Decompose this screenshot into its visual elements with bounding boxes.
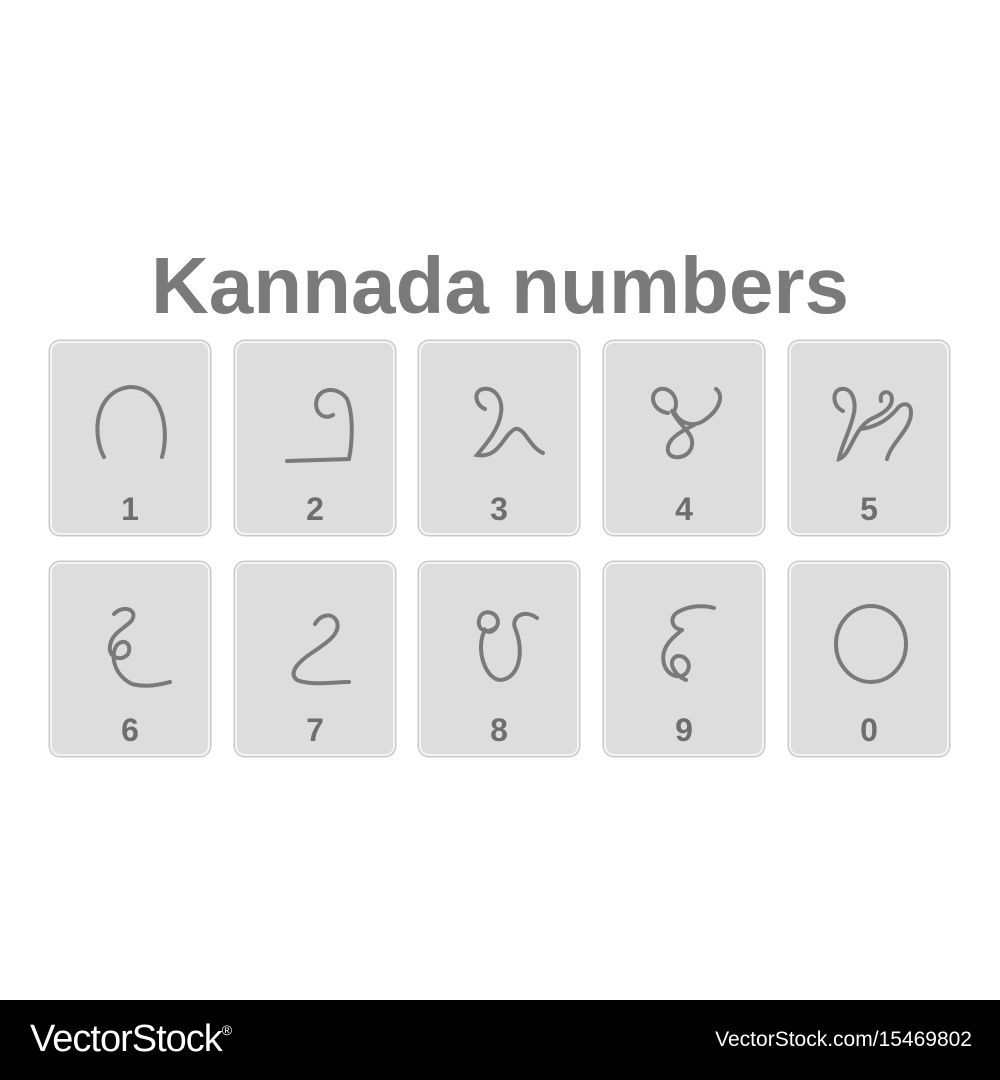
digit-card-2: 2: [235, 341, 395, 535]
kannada-digit-5-icon: [832, 386, 914, 462]
kannada-digit-1-icon: [95, 384, 167, 459]
registered-mark: ®: [221, 1022, 232, 1038]
digit-label: 3: [490, 491, 508, 527]
digit-label: 0: [860, 712, 878, 748]
kannada-digit-2-icon: [285, 388, 354, 463]
digit-label: 8: [490, 712, 508, 748]
digit-card-4: 4: [604, 341, 764, 535]
kannada-digit-0-icon: [834, 604, 908, 684]
image-id: VectorStock.com/15469802: [715, 1028, 972, 1051]
digit-card-7: 7: [235, 562, 395, 756]
digit-card-5: 5: [789, 341, 949, 535]
digit-label: 1: [121, 491, 139, 527]
digit-card-9: 9: [604, 562, 764, 756]
digit-label: 2: [306, 491, 324, 527]
digit-label: 6: [121, 712, 139, 748]
kannada-digit-6-icon: [107, 606, 172, 688]
footer-bar: VectorStock® VectorStock.com/15469802: [0, 1000, 1000, 1080]
digit-card-6: 6: [50, 562, 210, 756]
brand-name: VectorStock: [30, 1018, 223, 1060]
digit-label: 5: [860, 491, 878, 527]
kannada-digit-8-icon: [476, 610, 539, 683]
digit-card-3: 3: [419, 341, 579, 535]
digit-label: 7: [306, 712, 324, 748]
digit-label: 4: [675, 491, 693, 527]
digit-card-1: 1: [50, 341, 210, 535]
brand-logo: VectorStock®: [30, 1018, 232, 1061]
digit-card-0: 0: [789, 562, 949, 756]
kannada-digit-9-icon: [661, 604, 716, 682]
digit-card-8: 8: [419, 562, 579, 756]
digit-grid: 1 2 3 4 5 6 7 8 9 0: [0, 0, 1000, 1000]
kannada-digit-7-icon: [291, 613, 351, 686]
kannada-digit-3-icon: [473, 386, 545, 458]
kannada-digit-4-icon: [651, 386, 723, 460]
digit-label: 9: [675, 712, 693, 748]
